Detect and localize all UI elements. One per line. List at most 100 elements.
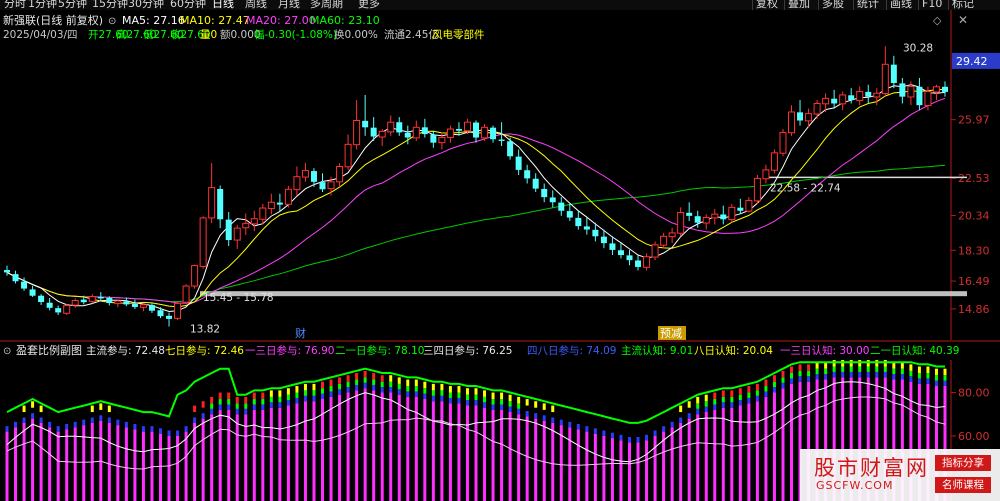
candle[interactable]	[362, 94, 369, 136]
candle[interactable]	[686, 202, 693, 221]
sub-stat-2: 一三日参与: 76.90	[245, 344, 334, 357]
candle[interactable]	[865, 84, 872, 104]
candle[interactable]	[378, 129, 386, 147]
candle[interactable]	[753, 174, 761, 204]
candle[interactable]	[515, 149, 522, 175]
candle[interactable]	[942, 81, 948, 97]
settings-icon[interactable]: ⊙	[108, 16, 116, 27]
candle[interactable]	[899, 77, 906, 104]
candle[interactable]	[831, 89, 838, 109]
watermark-badge-share: 指标分享	[935, 455, 991, 471]
candle[interactable]	[276, 193, 283, 212]
candle[interactable]	[353, 100, 361, 150]
candle[interactable]	[217, 185, 224, 229]
candle[interactable]	[668, 227, 676, 244]
candle[interactable]	[617, 243, 624, 259]
sub-stat-1: 七日参与: 72.46	[165, 344, 244, 357]
candle[interactable]	[720, 205, 727, 225]
indicator-tick-label: 60.00	[958, 430, 990, 443]
candle[interactable]	[199, 216, 207, 269]
candle[interactable]	[38, 294, 45, 305]
candle[interactable]	[532, 173, 539, 193]
candle[interactable]	[123, 297, 130, 307]
candle[interactable]	[583, 217, 590, 235]
candle[interactable]	[507, 137, 514, 160]
candle[interactable]	[916, 77, 923, 111]
candle[interactable]	[63, 303, 71, 315]
candle[interactable]	[293, 166, 301, 196]
diamond-icon[interactable]: ◇	[933, 14, 942, 27]
candle[interactable]	[635, 255, 642, 271]
candle[interactable]	[88, 294, 96, 304]
candle[interactable]	[446, 125, 454, 143]
candle[interactable]	[29, 285, 36, 297]
candle[interactable]	[745, 197, 753, 213]
candle[interactable]	[541, 183, 548, 203]
candle[interactable]	[71, 298, 79, 308]
candle[interactable]	[702, 214, 710, 230]
candle[interactable]	[549, 190, 556, 208]
candle[interactable]	[890, 55, 897, 89]
candle[interactable]	[788, 105, 796, 136]
candle[interactable]	[12, 270, 19, 284]
candle[interactable]	[932, 84, 940, 101]
candle[interactable]	[558, 197, 565, 216]
candle[interactable]	[55, 305, 62, 315]
candle[interactable]	[797, 100, 804, 126]
candle[interactable]	[643, 253, 651, 271]
candle[interactable]	[191, 264, 199, 289]
candle[interactable]	[208, 163, 216, 224]
candle[interactable]	[114, 299, 122, 308]
candle[interactable]	[284, 185, 292, 208]
candle[interactable]	[711, 209, 719, 225]
candle[interactable]	[4, 265, 10, 276]
candle[interactable]	[97, 292, 104, 301]
candle[interactable]	[412, 120, 420, 141]
candle[interactable]	[319, 173, 326, 193]
candle[interactable]	[728, 203, 736, 223]
tag-financial-report[interactable]: 财	[295, 326, 306, 340]
candle[interactable]	[267, 193, 275, 215]
candle[interactable]	[336, 163, 344, 187]
candle[interactable]	[813, 100, 821, 119]
support-band-label: 15.45 - 15.78	[203, 292, 274, 304]
candle[interactable]	[490, 125, 497, 143]
candle[interactable]	[626, 249, 633, 266]
candle[interactable]	[131, 299, 138, 310]
candle[interactable]	[524, 164, 531, 184]
candle[interactable]	[677, 207, 685, 237]
ohlc-item-10: 风电零部件	[432, 28, 485, 41]
candle[interactable]	[881, 46, 889, 97]
candle[interactable]	[737, 198, 744, 215]
tag-forecast-decrease[interactable]: 预减	[660, 327, 682, 340]
candle[interactable]	[839, 91, 847, 111]
price-tick-label: 25.97	[958, 114, 990, 127]
close-icon[interactable]: ✕	[958, 13, 968, 27]
candle[interactable]	[250, 210, 258, 232]
sub-settings-icon[interactable]: ⊙	[3, 346, 11, 357]
candle[interactable]	[166, 312, 173, 327]
candle[interactable]	[575, 210, 582, 230]
candle[interactable]	[856, 86, 864, 106]
candle[interactable]	[609, 236, 616, 256]
candle[interactable]	[651, 241, 659, 261]
candle[interactable]	[396, 117, 403, 136]
candle[interactable]	[762, 164, 770, 184]
candle[interactable]	[779, 129, 787, 157]
candle[interactable]	[421, 118, 428, 138]
candle[interactable]	[660, 232, 668, 249]
candle[interactable]	[242, 213, 250, 235]
candle[interactable]	[174, 301, 182, 321]
candle[interactable]	[225, 211, 232, 247]
candle[interactable]	[46, 297, 53, 311]
candle[interactable]	[873, 88, 881, 106]
candle[interactable]	[182, 284, 190, 304]
candle[interactable]	[301, 163, 309, 182]
candle[interactable]	[148, 302, 155, 313]
candle[interactable]	[344, 134, 352, 170]
candle[interactable]	[473, 120, 479, 143]
candle[interactable]	[387, 115, 395, 136]
candle[interactable]	[566, 203, 573, 221]
candle[interactable]	[770, 149, 778, 174]
candle[interactable]	[233, 225, 241, 249]
